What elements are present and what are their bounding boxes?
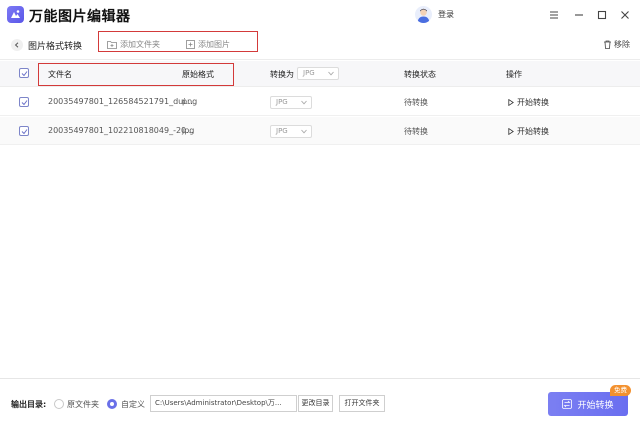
row-target-select[interactable]: JPG bbox=[270, 125, 312, 138]
convert-icon bbox=[562, 399, 573, 409]
toolbar: 图片格式转换 添加文件夹 添加图片 移除 bbox=[0, 30, 640, 60]
chevron-down-icon bbox=[328, 71, 334, 76]
page-title: 图片格式转换 bbox=[28, 42, 83, 52]
app-title: 万能图片编辑器 bbox=[29, 9, 131, 25]
row-status: 待转换 bbox=[404, 127, 428, 136]
row-start-label: 开始转换 bbox=[517, 127, 549, 136]
add-folder-label: 添加文件夹 bbox=[120, 40, 160, 49]
remove-button[interactable]: 移除 bbox=[603, 39, 630, 50]
row-start-button[interactable]: 开始转换 bbox=[508, 97, 549, 108]
table-row: 20035497801_126584521791_dui... png JPG … bbox=[0, 88, 640, 116]
minimize-icon[interactable] bbox=[572, 8, 586, 22]
row-start-label: 开始转换 bbox=[517, 98, 549, 107]
radio-original-folder[interactable] bbox=[54, 399, 64, 409]
maximize-icon[interactable] bbox=[595, 8, 609, 22]
avatar[interactable] bbox=[415, 6, 432, 23]
add-image-button[interactable]: 添加图片 bbox=[186, 39, 230, 50]
app-logo-icon bbox=[7, 6, 24, 23]
open-folder-button[interactable]: 打开文件夹 bbox=[339, 395, 385, 412]
radio-original-label: 原文件夹 bbox=[67, 400, 99, 409]
row-format: png bbox=[182, 97, 198, 106]
row-status: 待转换 bbox=[404, 98, 428, 107]
add-image-label: 添加图片 bbox=[198, 40, 230, 49]
convert-all-value: JPG bbox=[303, 69, 315, 77]
header-filename: 文件名 bbox=[48, 70, 72, 79]
title-bar: 万能图片编辑器 登录 bbox=[0, 0, 640, 30]
header-status: 转换状态 bbox=[404, 70, 436, 79]
footer: 输出目录: 原文件夹 自定义 C:\Users\Administrator\De… bbox=[0, 378, 640, 427]
start-convert-label: 开始转换 bbox=[577, 400, 614, 411]
header-action: 操作 bbox=[506, 70, 522, 79]
row-filename: 20035497801_102210818049_-20... bbox=[48, 126, 194, 135]
output-path-field[interactable]: C:\Users\Administrator\Desktop\万... bbox=[150, 395, 297, 412]
chevron-down-icon bbox=[301, 100, 307, 105]
login-link[interactable]: 登录 bbox=[438, 9, 454, 20]
menu-icon[interactable] bbox=[547, 8, 561, 22]
convert-all-select[interactable]: JPG bbox=[297, 67, 339, 80]
row-filename: 20035497801_126584521791_dui... bbox=[48, 97, 194, 106]
header-original-format: 原始格式 bbox=[182, 70, 214, 79]
play-icon bbox=[508, 99, 514, 106]
table-row: 20035497801_102210818049_-20... jpg JPG … bbox=[0, 117, 640, 145]
image-add-icon bbox=[186, 40, 195, 49]
row-format: jpg bbox=[182, 126, 195, 135]
table-header: 文件名 原始格式 转换为 JPG 转换状态 操作 bbox=[0, 61, 640, 87]
output-dir-label: 输出目录: bbox=[11, 400, 47, 409]
free-badge: 免费 bbox=[610, 385, 631, 396]
back-button[interactable] bbox=[11, 39, 23, 51]
close-icon[interactable] bbox=[618, 8, 632, 22]
row-target-select[interactable]: JPG bbox=[270, 96, 312, 109]
row-target-value: JPG bbox=[276, 127, 288, 135]
radio-custom-label: 自定义 bbox=[121, 400, 145, 409]
play-icon bbox=[508, 128, 514, 135]
change-dir-button[interactable]: 更改目录 bbox=[298, 395, 333, 412]
add-folder-button[interactable]: 添加文件夹 bbox=[107, 39, 160, 50]
header-convert-to: 转换为 bbox=[270, 70, 294, 79]
trash-icon bbox=[604, 40, 611, 49]
folder-add-icon bbox=[107, 41, 117, 49]
radio-custom[interactable] bbox=[107, 399, 117, 409]
row-checkbox[interactable] bbox=[19, 97, 29, 107]
row-checkbox[interactable] bbox=[19, 126, 29, 136]
chevron-left-icon bbox=[14, 42, 19, 48]
row-start-button[interactable]: 开始转换 bbox=[508, 126, 549, 137]
row-target-value: JPG bbox=[276, 98, 288, 106]
chevron-down-icon bbox=[301, 129, 307, 134]
remove-label: 移除 bbox=[614, 40, 630, 49]
select-all-checkbox[interactable] bbox=[19, 68, 29, 78]
